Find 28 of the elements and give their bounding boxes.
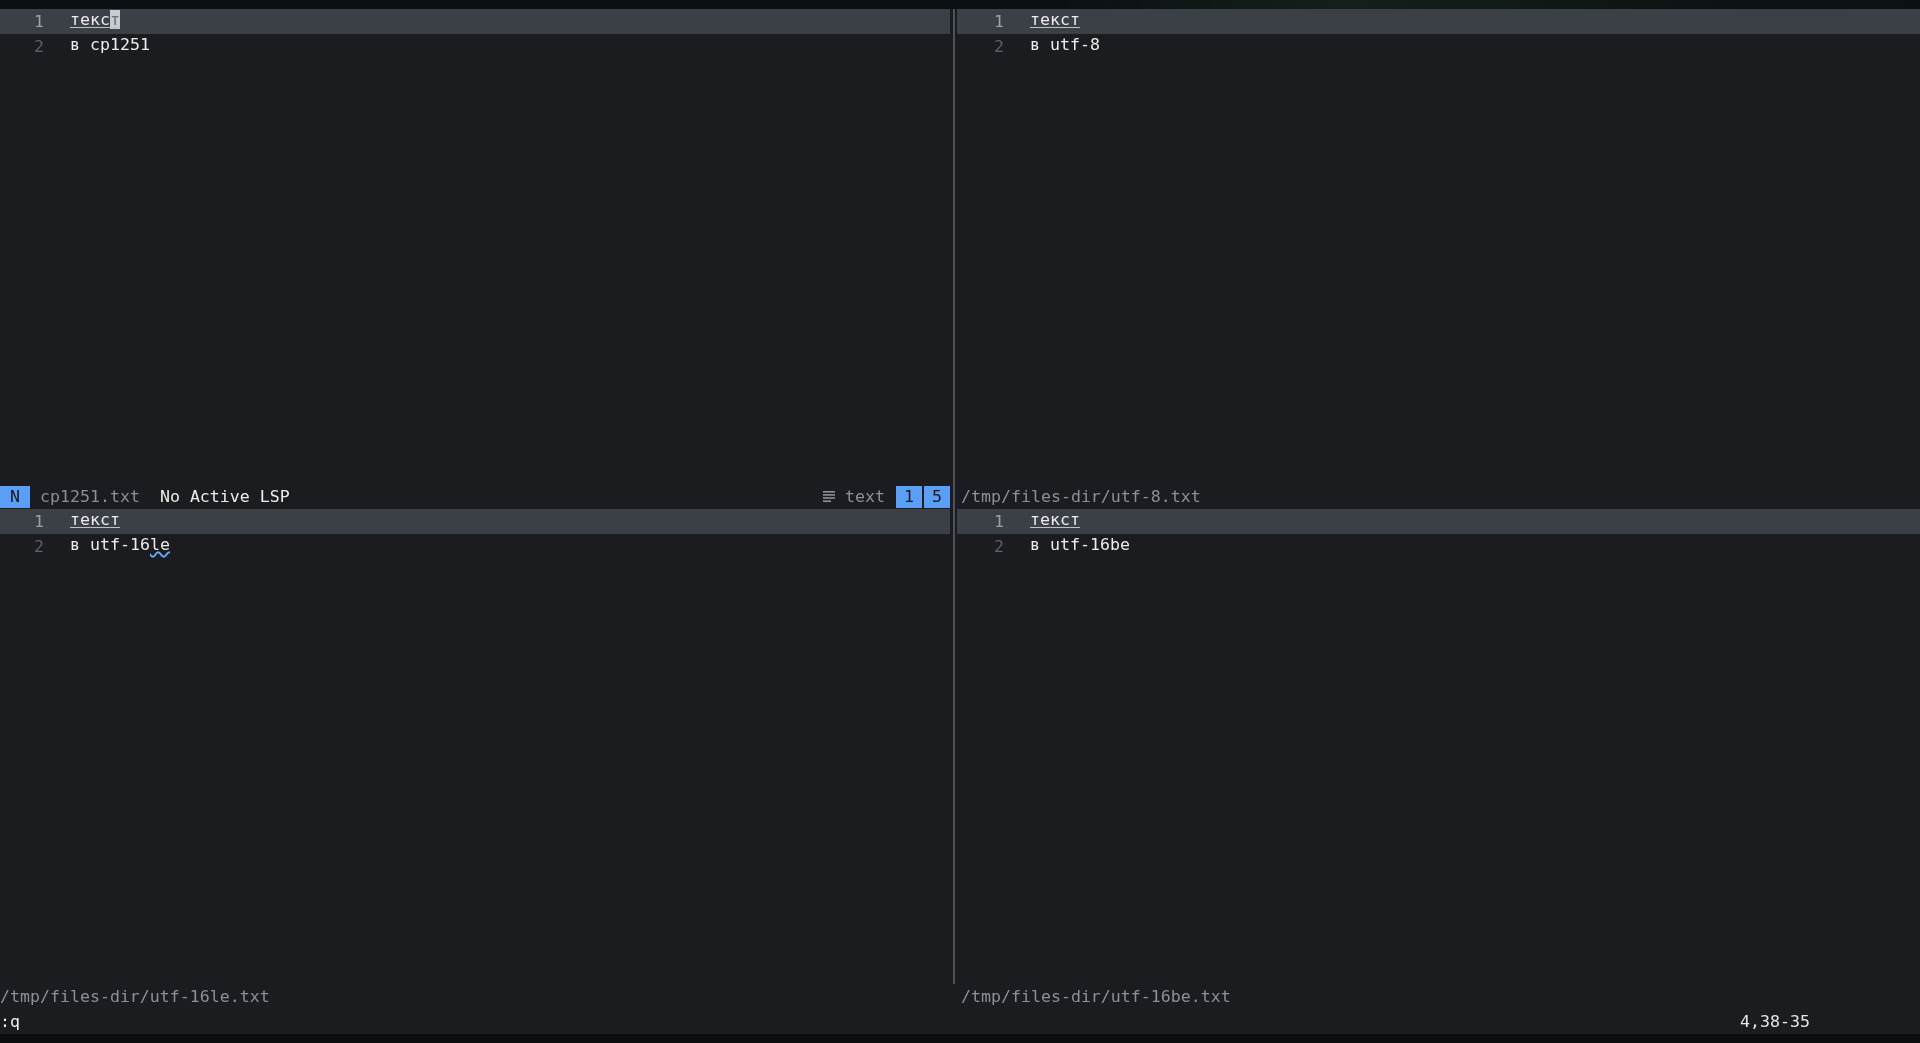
- code-line: текст: [1030, 9, 1080, 31]
- text-lines-icon: [823, 491, 836, 502]
- line-number: 2: [33, 536, 44, 558]
- file-path: /tmp/files-dir/utf-16le.txt: [0, 986, 270, 1008]
- position-badge: 5: [924, 485, 950, 508]
- line-number: 2: [993, 536, 1004, 558]
- code-line: в utf-16le: [70, 534, 170, 556]
- command-text: :q: [0, 1011, 20, 1033]
- line-number: 1: [33, 11, 44, 33]
- cursor-position: 4,38-35: [1740, 1011, 1811, 1033]
- line-number: 2: [993, 36, 1004, 58]
- lsp-status: No Active LSP: [159, 486, 290, 508]
- line-number: 2: [33, 36, 44, 58]
- file-path: /tmp/files-dir/utf-16be.txt: [961, 986, 1231, 1008]
- line-number: 1: [993, 511, 1004, 533]
- code-line: в cp1251: [70, 34, 150, 56]
- mode-indicator: N: [0, 485, 30, 508]
- code-line: в utf-8: [1030, 34, 1100, 56]
- file-type: text: [845, 486, 885, 508]
- code-line: в utf-16be: [1030, 534, 1130, 556]
- code-line: текст: [1030, 509, 1080, 531]
- code-line: текст: [70, 509, 120, 531]
- file-name: cp1251.txt: [40, 486, 140, 508]
- line-number: 1: [33, 511, 44, 533]
- code-line: текст: [70, 9, 120, 31]
- line-number: 1: [993, 11, 1004, 33]
- position-badge: 1: [896, 485, 922, 508]
- file-path: /tmp/files-dir/utf-8.txt: [961, 486, 1201, 508]
